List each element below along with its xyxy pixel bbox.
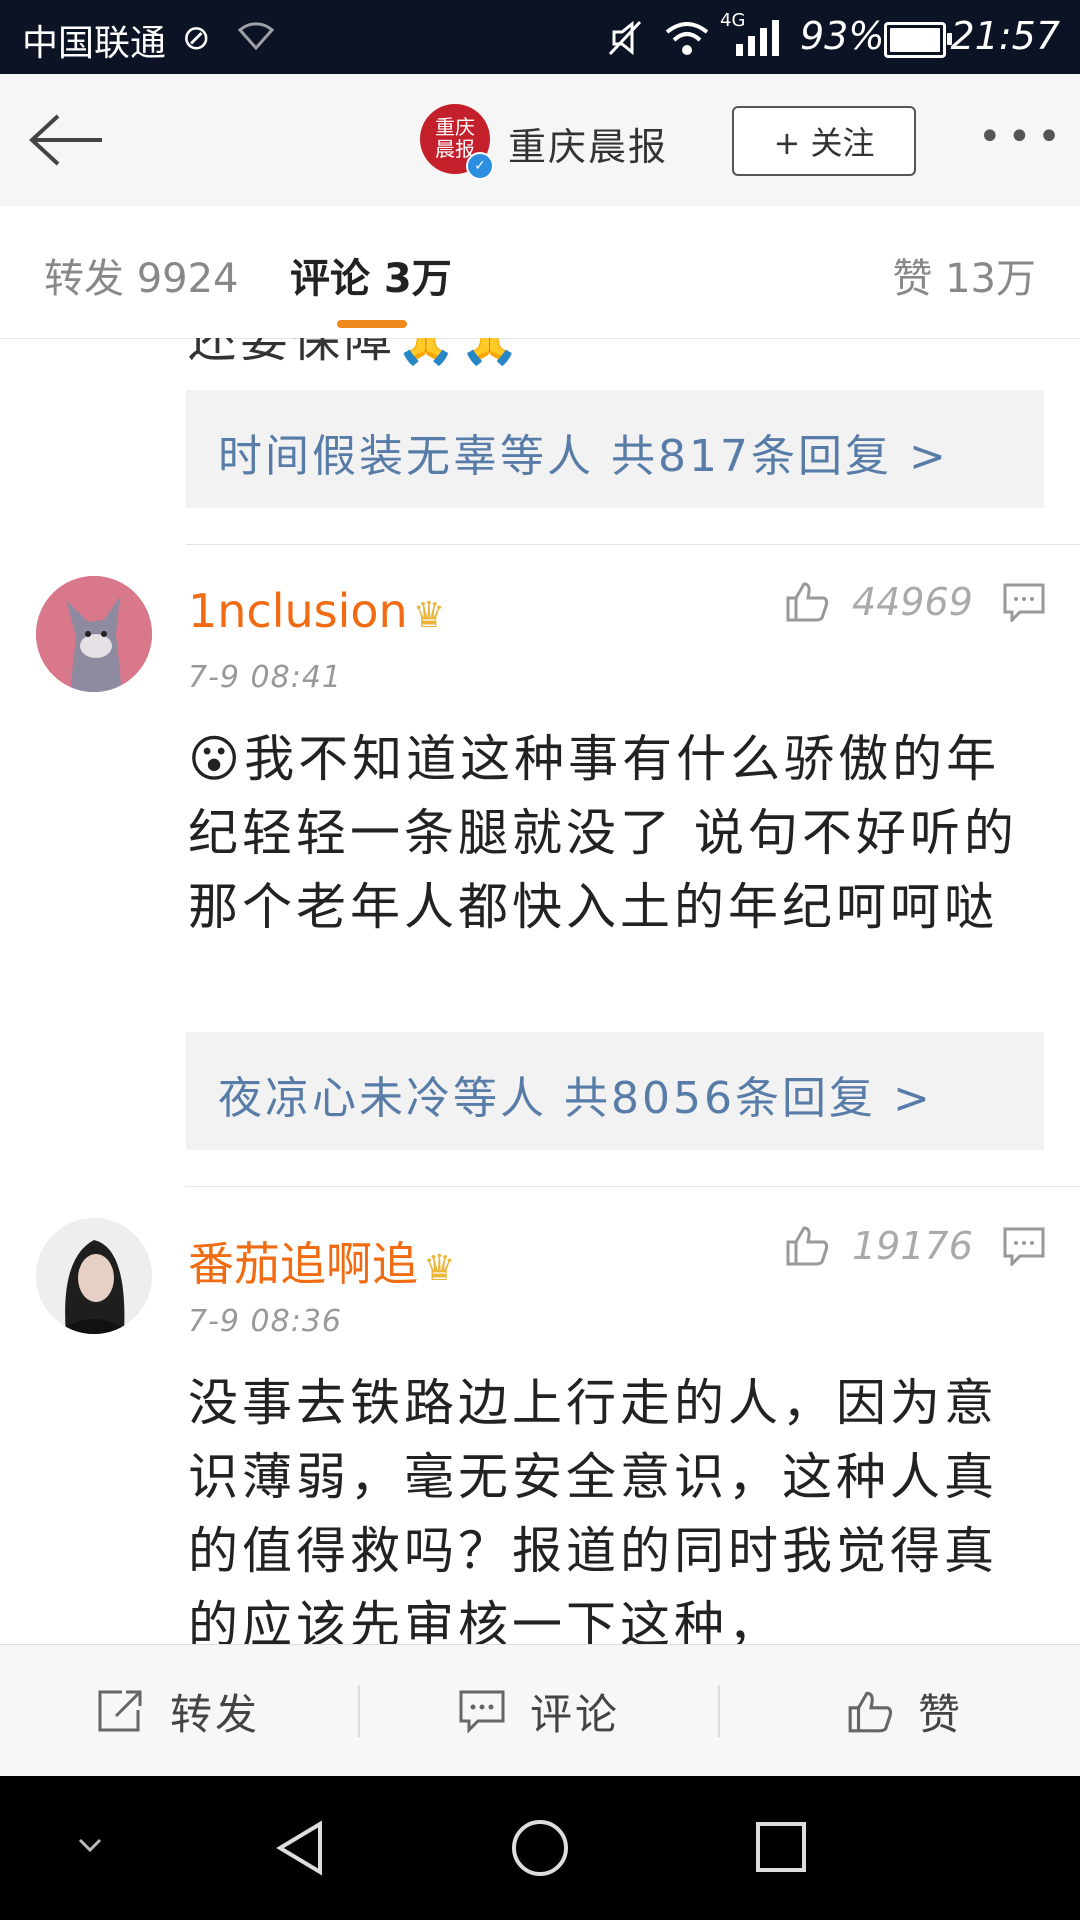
action-bar: 转发 评论 赞 xyxy=(0,1644,1080,1777)
tab-likes[interactable]: 赞 13万 xyxy=(892,246,1036,304)
tab-reposts[interactable]: 转发 9924 xyxy=(44,246,239,304)
partial-comment-text: 还要保障🙏🙏 xyxy=(188,338,524,368)
crown-icon: ♛ xyxy=(412,595,446,636)
avatar[interactable] xyxy=(36,1218,152,1334)
recent-apps-icon[interactable] xyxy=(754,1820,808,1874)
tab-comments[interactable]: 评论 3万 xyxy=(290,246,452,304)
arrow-left-icon xyxy=(29,114,102,166)
crown-icon: ♛ xyxy=(423,1248,456,1289)
home-nav-icon[interactable] xyxy=(510,1818,570,1878)
like-count: 19176 xyxy=(852,1224,973,1268)
divider xyxy=(718,1685,720,1737)
comment-button[interactable]: 评论 xyxy=(458,1685,620,1739)
like-count: 44969 xyxy=(852,580,973,624)
comment-icon xyxy=(459,1690,505,1733)
comment-label: 评论 xyxy=(530,1689,621,1739)
battery-icon xyxy=(884,22,952,58)
logo-text: 重庆晨报 xyxy=(435,115,475,161)
person-avatar-icon xyxy=(36,1218,152,1334)
cat-avatar-icon xyxy=(36,576,152,692)
verified-badge-icon: ✓ xyxy=(466,152,494,180)
header: 重庆晨报 ✓ 重庆晨报 + 关注 ••• xyxy=(0,74,1080,207)
carrier-label: 中国联通 xyxy=(22,23,167,64)
reply-button[interactable] xyxy=(1002,582,1046,626)
comment-icon xyxy=(1003,1227,1045,1268)
status-bar: 中国联通 ⊘ 4G 93% 21:57 xyxy=(0,0,1080,74)
no-sim-icon: ⊘ xyxy=(182,18,211,58)
chevron-down-icon[interactable] xyxy=(72,1828,108,1864)
system-nav-bar xyxy=(0,1776,1080,1920)
thumb-up-icon xyxy=(786,582,829,622)
repost-label: 转发 xyxy=(170,1689,261,1739)
repost-button[interactable]: 转发 xyxy=(96,1685,260,1739)
reply-summary-link[interactable]: 夜凉心未冷等人 共8056条回复 > xyxy=(218,1062,933,1126)
wifi-weak-icon xyxy=(236,18,276,61)
battery-fill xyxy=(890,28,940,52)
back-nav-icon[interactable] xyxy=(272,1818,328,1878)
like-button[interactable] xyxy=(784,578,830,628)
reply-button[interactable] xyxy=(1002,1226,1046,1270)
battery-percent: 93% xyxy=(800,14,885,58)
reply-summary[interactable]: 夜凉心未冷等人 共8056条回复 > xyxy=(186,1032,1044,1150)
comment-list[interactable]: 还要保障🙏🙏 时间假装无辜等人 共817条回复 > 1nclusion ♛ 7-… xyxy=(0,338,1080,1644)
comment-text: 没事去铁路边上行走的人，因为意识薄弱，毫无安全意识，这种人真的值得救吗？报道的同… xyxy=(188,1374,998,1644)
silent-icon xyxy=(606,18,646,67)
wifi-icon xyxy=(662,18,712,67)
page-title: 重庆晨报 xyxy=(508,125,669,169)
username[interactable]: 1nclusion xyxy=(188,584,408,638)
comment-header: 番茄追啊追 ♛ xyxy=(188,1228,455,1294)
reply-summary[interactable]: 时间假装无辜等人 共817条回复 > xyxy=(186,390,1044,508)
comment-time: 7-9 08:41 xyxy=(188,660,342,695)
comment-time: 7-9 08:36 xyxy=(188,1304,342,1339)
comment-text: 😮我不知道这种事有什么骄傲的年纪轻轻一条腿就没了 说句不好听的 那个老年人都快入… xyxy=(188,730,1018,936)
reply-summary-link[interactable]: 时间假装无辜等人 共817条回复 > xyxy=(218,420,949,484)
more-icon[interactable]: ••• xyxy=(978,114,1067,160)
follow-button[interactable]: + 关注 xyxy=(732,106,916,176)
back-button[interactable] xyxy=(28,110,108,170)
divider xyxy=(186,544,1080,545)
like-label: 赞 xyxy=(918,1689,964,1739)
signal-icon xyxy=(734,18,780,67)
comment-header: 1nclusion ♛ xyxy=(188,584,445,638)
comment-icon xyxy=(1003,583,1045,624)
like-action-button[interactable]: 赞 xyxy=(846,1685,963,1739)
thumb-up-icon xyxy=(786,1226,829,1266)
divider xyxy=(358,1685,360,1737)
thumb-up-icon xyxy=(848,1691,893,1733)
clock: 21:57 xyxy=(950,14,1060,58)
avatar[interactable] xyxy=(36,576,152,692)
divider xyxy=(186,1186,1080,1187)
tab-bar: 转发 9924 评论 3万 赞 13万 xyxy=(0,206,1080,339)
share-icon xyxy=(98,1690,142,1732)
like-button[interactable] xyxy=(784,1222,830,1272)
username[interactable]: 番茄追啊追 xyxy=(188,1237,418,1291)
active-tab-indicator xyxy=(337,320,407,328)
